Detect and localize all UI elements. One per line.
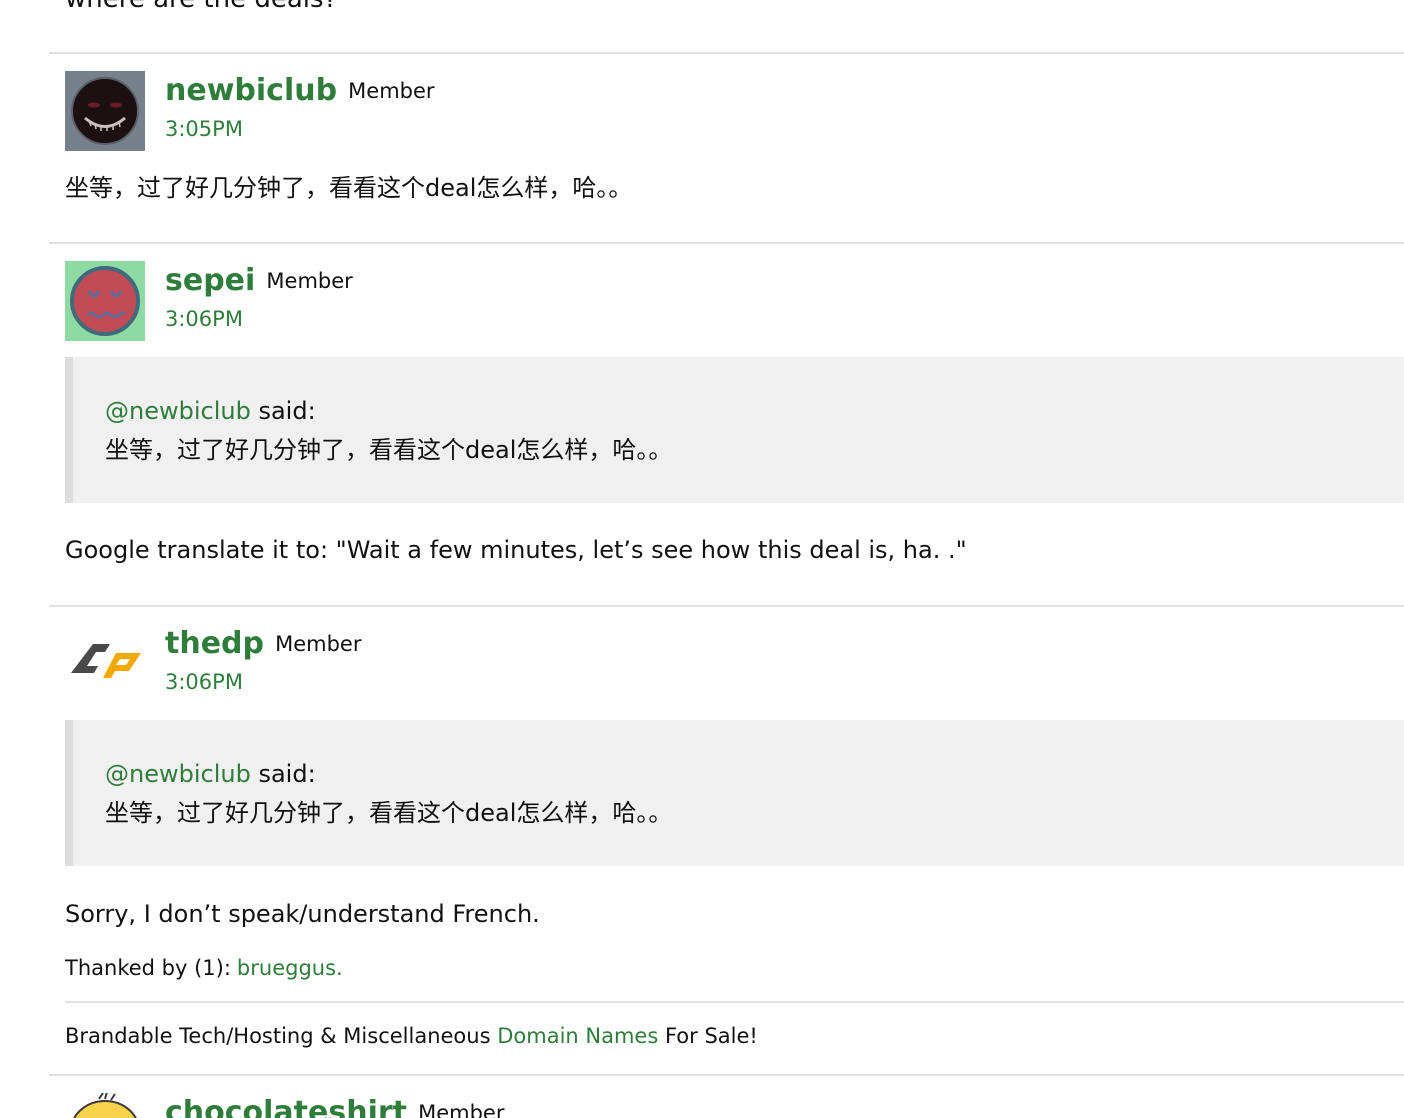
comment-timestamp[interactable]: 3:06PM (165, 668, 243, 696)
quote-author-line: @newbiclub said: (105, 395, 316, 427)
dark-grin-face-icon (65, 71, 145, 151)
quote-block: @newbiclub said: 坐等，过了好几分钟了，看看这个deal怎么样，… (65, 720, 1404, 866)
username-link[interactable]: chocolateshirt (165, 1095, 407, 1118)
user-signature: Brandable Tech/Hosting & Miscellaneous D… (65, 1022, 758, 1050)
author-line: thedp Member (165, 624, 361, 664)
thanked-by-line: Thanked by (1): brueggus. (65, 954, 343, 982)
comment-timestamp[interactable]: 3:05PM (165, 115, 243, 143)
role-badge: Member (348, 79, 435, 103)
signature-divider (65, 1001, 1404, 1003)
username-link[interactable]: thedp (165, 626, 264, 661)
comment-body: 坐等，过了好几分钟了，看看这个deal怎么样，哈。。 (65, 174, 633, 202)
quote-said-label: said: (258, 760, 316, 788)
quote-author-line: @newbiclub said: (105, 758, 316, 790)
comment-divider (49, 242, 1404, 244)
red-sleepy-face-icon (65, 261, 145, 341)
thanked-by-label: Thanked by (1): (65, 956, 231, 980)
username-link[interactable]: newbiclub (165, 73, 337, 108)
avatar[interactable] (65, 1093, 145, 1118)
signature-prefix: Brandable Tech/Hosting & Miscellaneous (65, 1024, 491, 1048)
comment-divider (49, 605, 1404, 607)
role-badge: Member (266, 269, 353, 293)
quote-block: @newbiclub said: 坐等，过了好几分钟了，看看这个deal怎么样，… (65, 357, 1404, 503)
username-link[interactable]: sepei (165, 263, 255, 298)
quote-text: 坐等，过了好几分钟了，看看这个deal怎么样，哈。。 (105, 436, 673, 464)
thanked-user-link[interactable]: brueggus. (237, 956, 343, 980)
author-line: chocolateshirt Member (165, 1093, 504, 1118)
domain-names-link[interactable]: Domain Names (497, 1024, 658, 1048)
quote-said-label: said: (258, 397, 316, 425)
author-line: sepei Member (165, 261, 353, 301)
comment-body: Sorry, I don’t speak/understand French. (65, 900, 540, 928)
avatar[interactable] (65, 624, 145, 704)
comment-timestamp[interactable]: 3:06PM (165, 305, 243, 333)
comment-body: Google translate it to: "Wait a few minu… (65, 536, 967, 564)
quote-author-link[interactable]: @newbiclub (105, 760, 251, 788)
comments-page: where are the deals? newbiclub Member 3:… (0, 0, 1404, 1118)
role-badge: Member (275, 632, 362, 656)
comment-divider (49, 52, 1404, 54)
signature-suffix: For Sale! (664, 1024, 758, 1048)
quote-text: 坐等，过了好几分钟了，看看这个deal怎么样，哈。。 (105, 799, 673, 827)
avatar[interactable] (65, 71, 145, 151)
comment-divider (49, 1074, 1404, 1076)
dp-logo-icon (65, 624, 145, 704)
quote-author-link[interactable]: @newbiclub (105, 397, 251, 425)
author-line: newbiclub Member (165, 71, 435, 111)
role-badge: Member (418, 1101, 505, 1118)
yellow-duck-icon (65, 1093, 145, 1118)
avatar[interactable] (65, 261, 145, 341)
previous-comment-text: where are the deals? (65, 0, 337, 14)
